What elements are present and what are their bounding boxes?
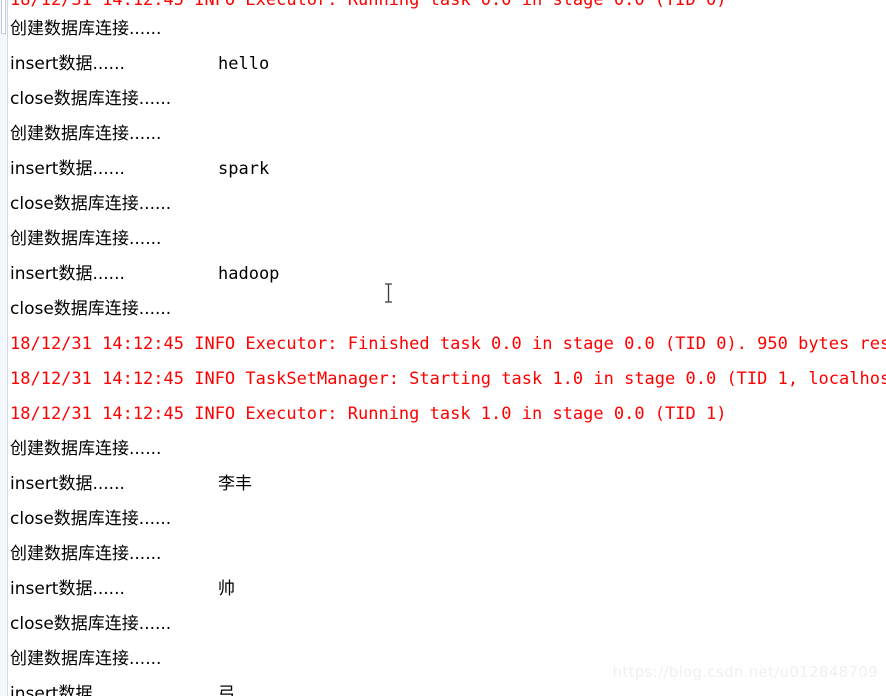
app-log-line: close数据库连接...... bbox=[10, 292, 886, 327]
app-log-label: close数据库连接...... bbox=[10, 614, 172, 634]
app-log-label: insert数据...... bbox=[10, 474, 125, 494]
log-text: 18/12/31 14:12:45 INFO Executor: Running… bbox=[10, 404, 727, 424]
app-log-label: close数据库连接...... bbox=[10, 89, 172, 109]
app-log-value: hadoop bbox=[218, 264, 280, 284]
app-log-line: insert数据...... hadoop bbox=[10, 257, 886, 292]
spark-log-line: 18/12/31 14:12:45 INFO Executor: Running… bbox=[10, 0, 886, 12]
log-text: 18/12/31 14:12:45 INFO Executor: Finishe… bbox=[10, 334, 886, 354]
app-log-line: close数据库连接...... bbox=[10, 187, 886, 222]
console-left-gutter bbox=[0, 0, 8, 696]
app-log-value: hello bbox=[218, 54, 270, 74]
app-log-label: close数据库连接...... bbox=[10, 509, 172, 529]
console-log-area[interactable]: 18/12/31 14:12:45 INFO Executor: Running… bbox=[0, 0, 886, 696]
app-log-label: insert数据...... bbox=[10, 579, 125, 599]
app-log-label: insert数据...... bbox=[10, 159, 125, 179]
spark-log-line: 18/12/31 14:12:45 INFO TaskSetManager: S… bbox=[10, 362, 886, 397]
spark-log-line: 18/12/31 14:12:45 INFO Executor: Running… bbox=[10, 397, 886, 432]
app-log-label: close数据库连接...... bbox=[10, 194, 172, 214]
app-log-label: close数据库连接...... bbox=[10, 299, 172, 319]
csdn-blog-watermark: https://blog.csdn.net/u012848709 bbox=[612, 663, 878, 681]
app-log-line: insert数据...... 李丰 bbox=[10, 467, 886, 502]
app-log-value: 帅 bbox=[218, 579, 235, 599]
app-log-value: spark bbox=[218, 159, 270, 179]
app-log-label: 创建数据库连接...... bbox=[10, 124, 162, 144]
app-log-label: insert数据...... bbox=[10, 684, 125, 696]
log-text: 18/12/31 14:12:45 INFO Executor: Running… bbox=[10, 0, 727, 10]
app-log-label: 创建数据库连接...... bbox=[10, 19, 162, 39]
app-log-line: 创建数据库连接...... bbox=[10, 117, 886, 152]
app-log-line: 创建数据库连接...... bbox=[10, 537, 886, 572]
app-log-line: insert数据...... hello bbox=[10, 47, 886, 82]
app-log-line: 创建数据库连接...... bbox=[10, 222, 886, 257]
app-log-label: insert数据...... bbox=[10, 264, 125, 284]
app-log-line: insert数据...... spark bbox=[10, 152, 886, 187]
app-log-line: 创建数据库连接...... bbox=[10, 12, 886, 47]
app-log-line: close数据库连接...... bbox=[10, 607, 886, 642]
app-log-line: insert数据...... 帅 bbox=[10, 572, 886, 607]
app-log-label: insert数据...... bbox=[10, 54, 125, 74]
app-log-line: close数据库连接...... bbox=[10, 502, 886, 537]
app-log-line: close数据库连接...... bbox=[10, 82, 886, 117]
app-log-label: 创建数据库连接...... bbox=[10, 229, 162, 249]
app-log-value: 李丰 bbox=[218, 474, 252, 494]
console-output-window[interactable]: 18/12/31 14:12:45 INFO Executor: Running… bbox=[0, 0, 886, 696]
app-log-label: 创建数据库连接...... bbox=[10, 649, 162, 669]
log-text: 18/12/31 14:12:45 INFO TaskSetManager: S… bbox=[10, 369, 886, 389]
app-log-label: 创建数据库连接...... bbox=[10, 439, 162, 459]
app-log-value: 弓 bbox=[218, 684, 235, 696]
spark-log-line: 18/12/31 14:12:45 INFO Executor: Finishe… bbox=[10, 327, 886, 362]
app-log-label: 创建数据库连接...... bbox=[10, 544, 162, 564]
app-log-line: 创建数据库连接...... bbox=[10, 432, 886, 467]
